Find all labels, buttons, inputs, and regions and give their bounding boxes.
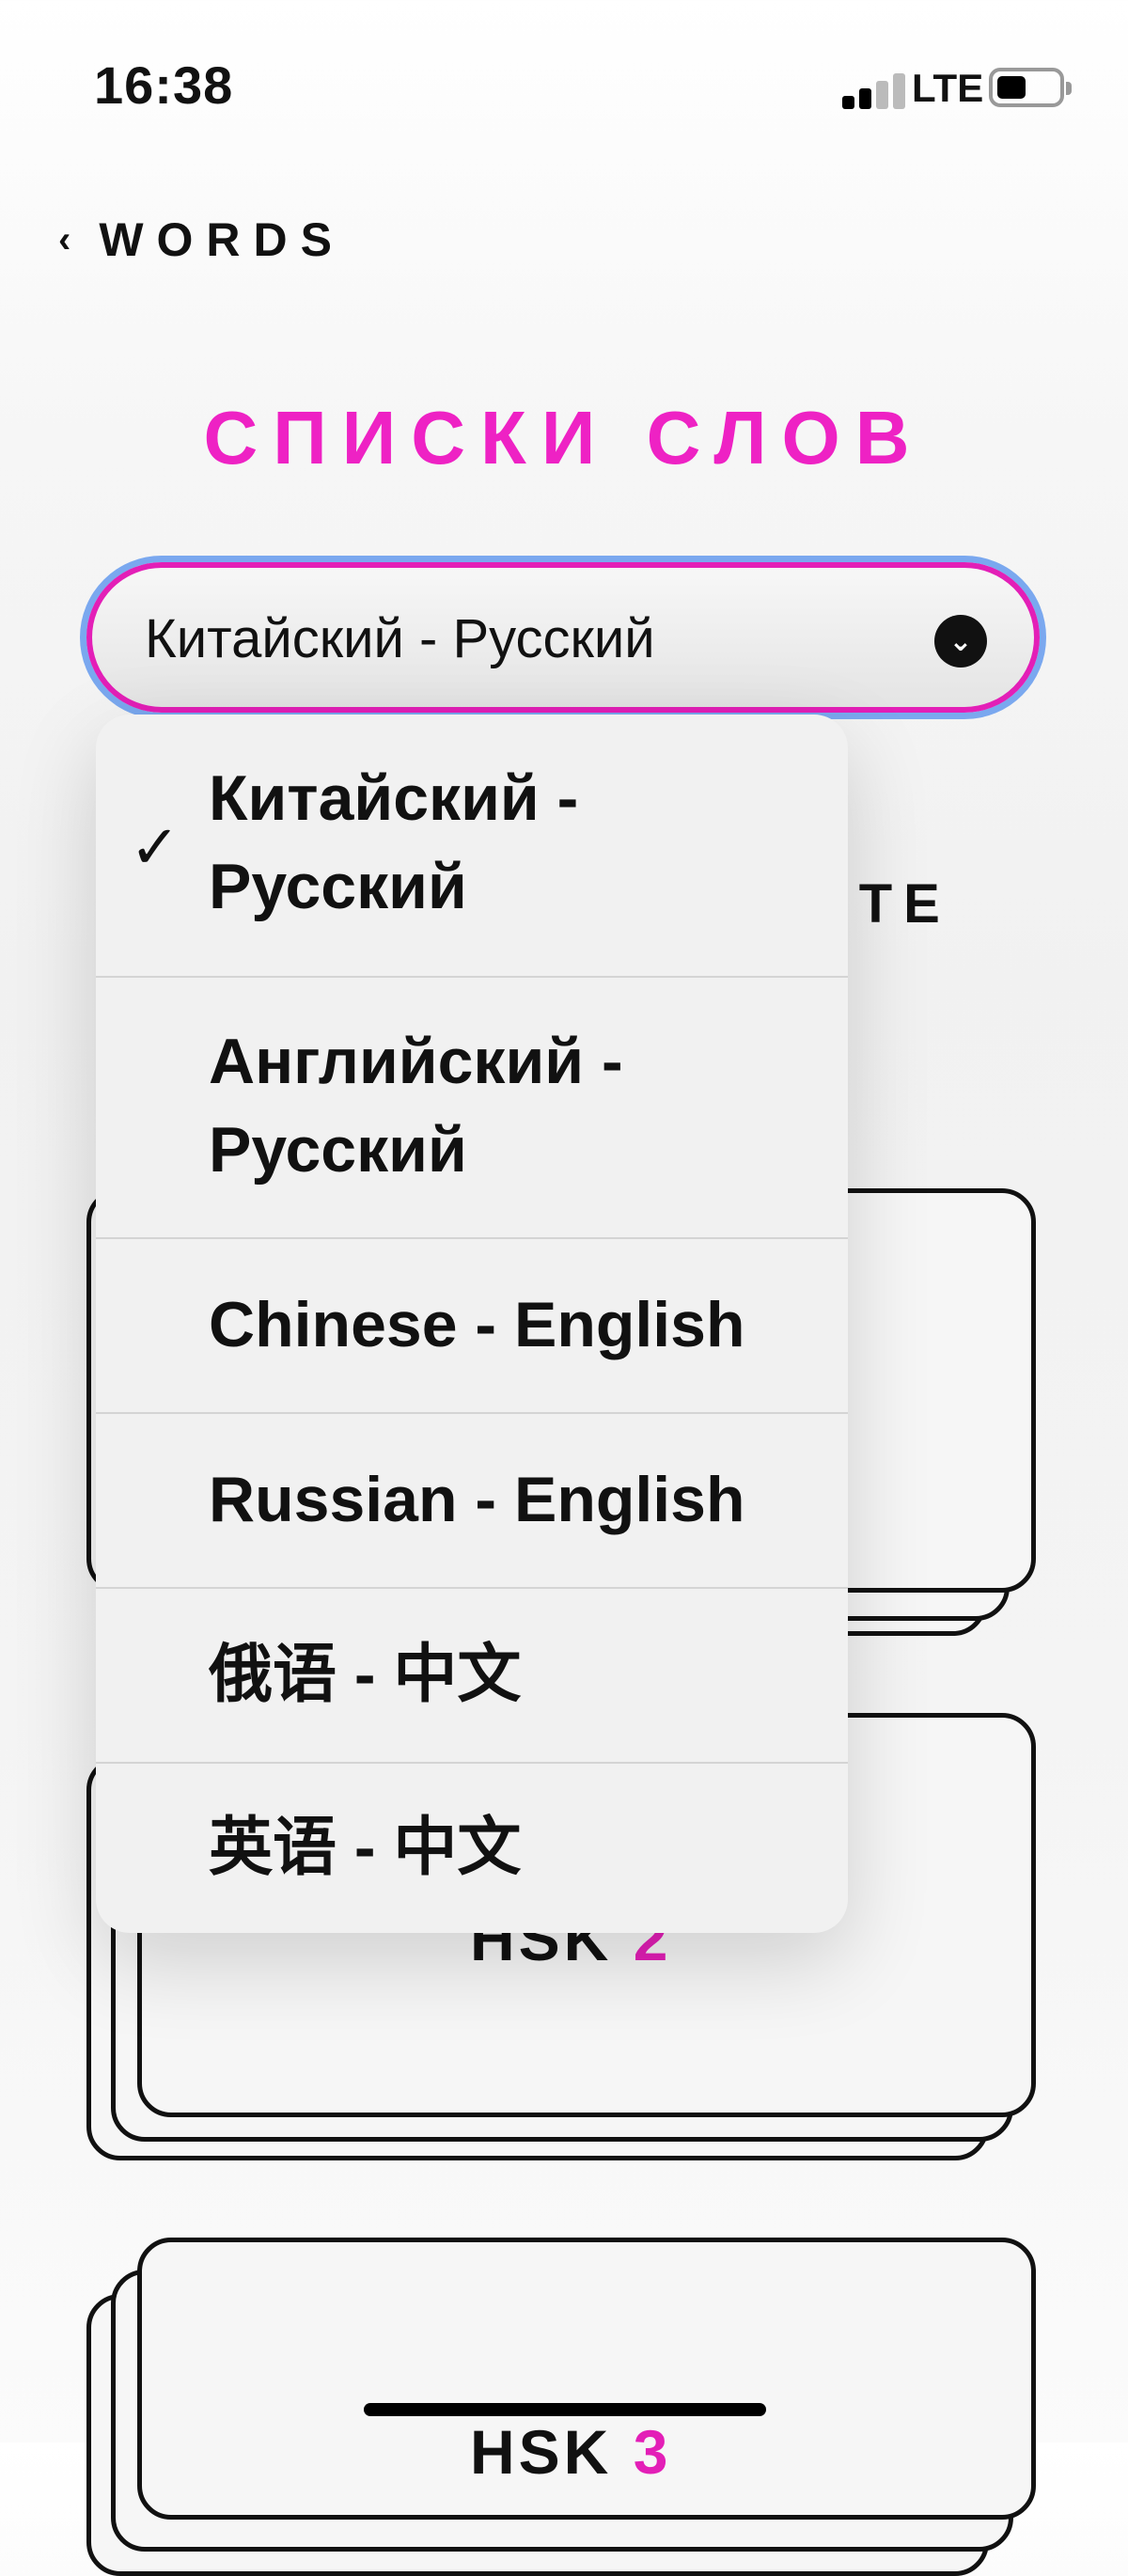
checkmark-icon: ✓ <box>130 813 180 881</box>
dropdown-option[interactable]: Russian - English <box>96 1414 848 1589</box>
network-type: LTE <box>912 66 984 110</box>
cellular-signal-icon <box>842 73 906 109</box>
language-select[interactable]: Китайский - Русский ⌄ <box>86 562 1040 713</box>
language-select-value: Китайский - Русский <box>145 608 655 669</box>
status-bar: 16:38 LTE <box>0 0 1128 179</box>
status-time: 16:38 <box>94 55 234 115</box>
dropdown-option[interactable]: 英语 - 中文 <box>96 1764 848 1933</box>
battery-icon <box>989 68 1072 107</box>
back-button[interactable]: ‹ WORDS <box>58 212 345 267</box>
chevron-down-icon: ⌄ <box>934 615 987 668</box>
dropdown-option[interactable]: Английский - Русский <box>96 978 848 1239</box>
dropdown-option[interactable]: Chinese - English <box>96 1239 848 1414</box>
dropdown-option[interactable]: 俄语 - 中文 <box>96 1589 848 1764</box>
chevron-left-icon: ‹ <box>58 218 71 260</box>
language-dropdown-menu: ✓ Китайский - Русский Английский - Русск… <box>96 715 848 1933</box>
page-title: СПИСКИ СЛОВ <box>203 396 925 479</box>
card-label: HSK 3 <box>470 2417 672 2487</box>
dropdown-option[interactable]: ✓ Китайский - Русский <box>96 715 848 978</box>
home-indicator[interactable] <box>364 2403 766 2416</box>
back-label: WORDS <box>99 213 345 266</box>
